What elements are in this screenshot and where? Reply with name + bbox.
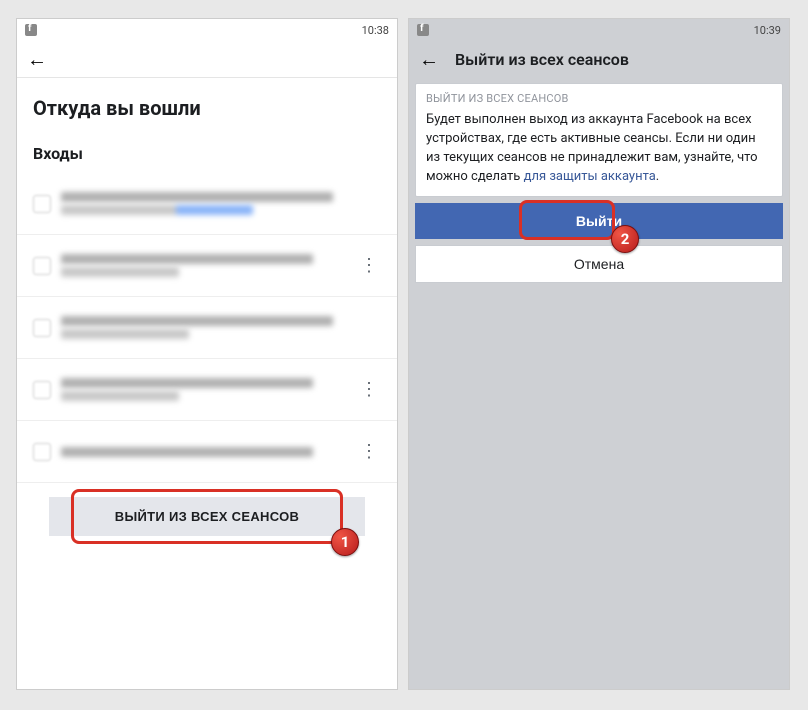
content-left: Откуда вы вошли Входы ⋮ <box>17 78 397 689</box>
logout-button[interactable]: Выйти <box>415 203 783 239</box>
annotation-badge: 1 <box>331 528 359 556</box>
cancel-button[interactable]: Отмена <box>415 245 783 283</box>
more-icon[interactable]: ⋮ <box>357 255 381 276</box>
phone-left: 10:38 ← Откуда вы вошли Входы ⋮ <box>16 18 398 690</box>
back-arrow-icon[interactable]: ← <box>419 49 439 69</box>
session-text <box>61 444 357 460</box>
session-text <box>61 189 381 218</box>
session-text <box>61 313 381 342</box>
list-item[interactable]: ⋮ <box>17 359 397 421</box>
status-time: 10:39 <box>754 24 781 37</box>
more-icon[interactable]: ⋮ <box>357 441 381 462</box>
list-item[interactable]: ⋮ <box>17 235 397 297</box>
session-list: ⋮ ⋮ ⋮ <box>17 173 397 483</box>
device-icon <box>33 195 51 213</box>
confirm-card: ВЫЙТИ ИЗ ВСЕХ СЕАНСОВ Будет выполнен вых… <box>415 83 783 197</box>
session-text <box>61 251 357 280</box>
page-title: Откуда вы вошли <box>33 96 381 120</box>
status-bar: 10:38 <box>17 19 397 41</box>
device-icon <box>33 319 51 337</box>
session-text <box>61 375 357 404</box>
card-header: ВЫЙТИ ИЗ ВСЕХ СЕАНСОВ <box>416 84 782 111</box>
list-item[interactable]: ⋮ <box>17 421 397 483</box>
header-title: Выйти из всех сеансов <box>455 50 629 69</box>
card-text-end: . <box>656 169 659 184</box>
logout-all-container: ВЫЙТИ ИЗ ВСЕХ СЕАНСОВ 1 <box>33 483 381 550</box>
status-bar: 10:39 <box>409 19 789 41</box>
list-item[interactable] <box>17 173 397 235</box>
facebook-icon <box>25 24 37 36</box>
list-item[interactable] <box>17 297 397 359</box>
section-title: Входы <box>33 144 381 163</box>
back-arrow-icon[interactable]: ← <box>27 49 47 69</box>
status-time: 10:38 <box>362 24 389 37</box>
device-icon <box>33 443 51 461</box>
logout-all-button[interactable]: ВЫЙТИ ИЗ ВСЕХ СЕАНСОВ <box>49 497 365 536</box>
protect-account-link[interactable]: для защиты аккаунта <box>524 169 656 184</box>
header: ← <box>17 41 397 78</box>
button-row: Выйти 2 Отмена <box>415 203 783 283</box>
facebook-icon <box>417 24 429 36</box>
device-icon <box>33 257 51 275</box>
more-icon[interactable]: ⋮ <box>357 379 381 400</box>
phone-right: 10:39 ← Выйти из всех сеансов ВЫЙТИ ИЗ В… <box>408 18 790 690</box>
header: ← Выйти из всех сеансов <box>409 41 789 77</box>
device-icon <box>33 381 51 399</box>
card-body: Будет выполнен выход из аккаунта Faceboo… <box>416 111 782 196</box>
